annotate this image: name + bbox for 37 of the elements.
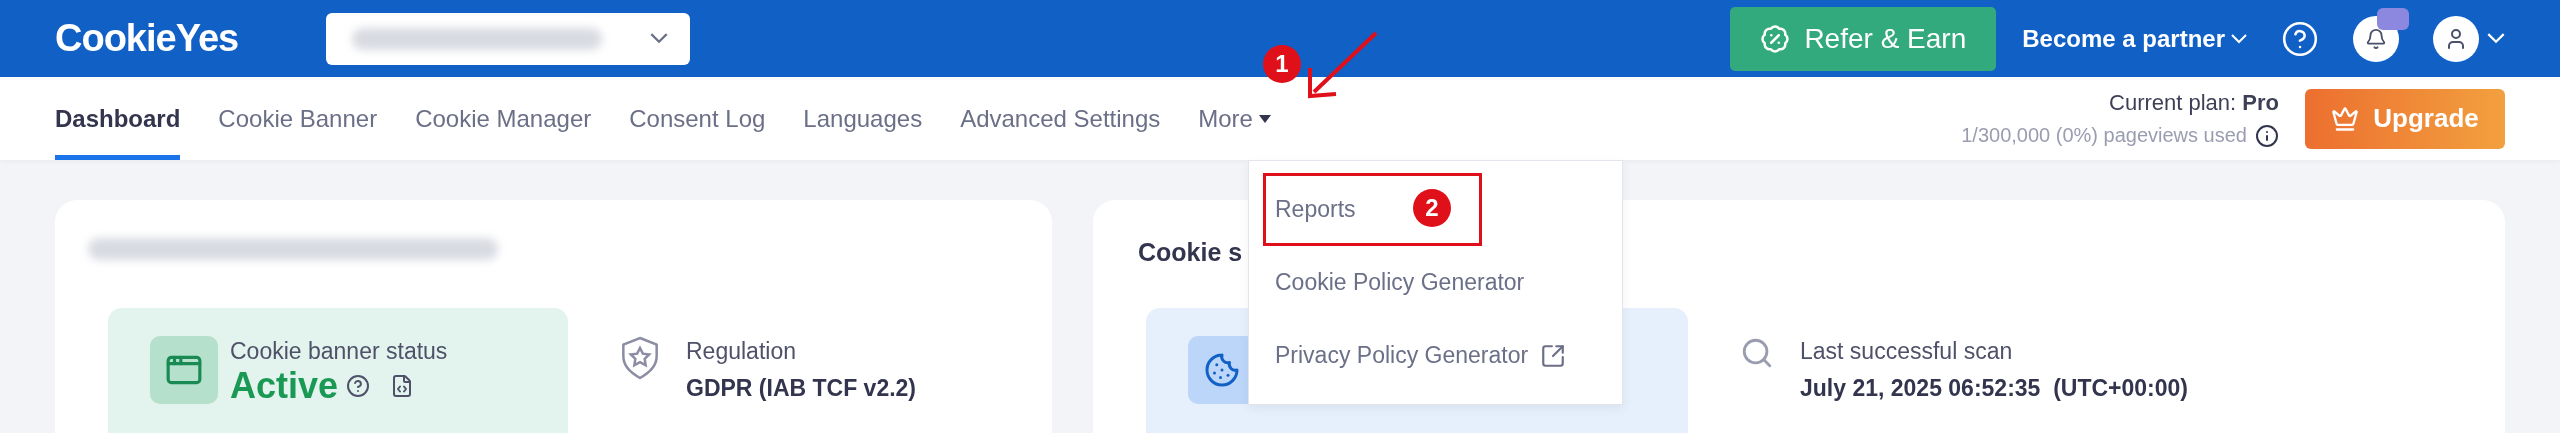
plan-label: Current plan: Pro (2109, 89, 2279, 116)
status-value: Active (230, 365, 339, 407)
site-select[interactable] (326, 12, 690, 65)
menu-item[interactable]: Privacy Policy Generator (1249, 319, 1622, 392)
nav-tab[interactable]: Languages (803, 77, 923, 160)
status-label: Cookie banner status (230, 338, 448, 365)
nav-tab[interactable]: Cookie Banner (218, 77, 378, 160)
regulation-value: GDPR (IAB TCF v2.2) (686, 375, 917, 402)
scan-value: July 21, 2025 06:52:35 (UTC+00:00) (1800, 375, 2189, 402)
notification-badge (2377, 7, 2409, 30)
partner-link[interactable]: Become a partner (2022, 24, 2247, 53)
banner-icon (150, 336, 218, 404)
chevron-icon (2231, 33, 2247, 44)
bell-icon (2365, 27, 2387, 50)
avatar-button[interactable] (2433, 15, 2479, 62)
help-icon[interactable] (2281, 19, 2319, 58)
refer-button[interactable]: Refer & Earn (1730, 6, 1997, 71)
caret-icon (1258, 114, 1271, 123)
nav-tab[interactable]: Dashboard (55, 77, 181, 160)
chevron-icon (650, 33, 668, 44)
usage-text: 1/300,000 (0%) pageviews used (1961, 124, 2247, 147)
nav-tab[interactable]: Consent Log (629, 77, 766, 160)
shield-star-icon (620, 336, 660, 380)
nav-tab[interactable]: Cookie Manager (415, 77, 592, 160)
info-icon[interactable] (2255, 123, 2279, 148)
nav-tab[interactable]: Advanced Settings (960, 77, 1161, 160)
external-link-icon (1540, 342, 1567, 369)
crown-icon (2331, 104, 2360, 133)
scan-label: Last successful scan (1800, 338, 2014, 365)
menu-item[interactable]: Cookie Policy Generator (1249, 246, 1622, 319)
chevron-icon (2487, 33, 2505, 44)
percent-badge-icon (1760, 23, 1791, 54)
search-icon (1740, 336, 1774, 370)
help-icon[interactable] (346, 374, 371, 398)
card-title: Cookie s (1138, 238, 1243, 268)
regulation-label: Regulation (686, 338, 797, 365)
logo: CookieYes (55, 17, 240, 60)
